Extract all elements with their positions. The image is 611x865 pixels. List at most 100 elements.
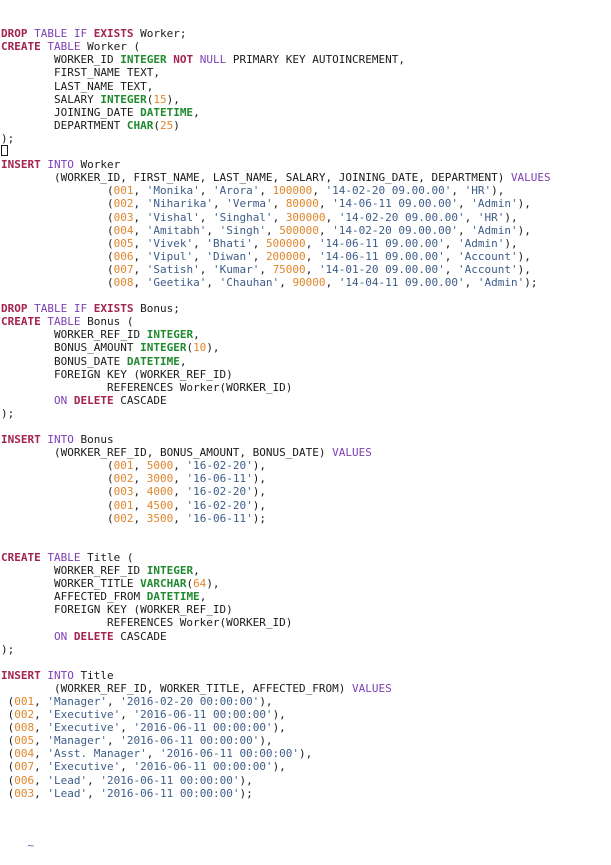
code-text: (: [1, 694, 15, 708]
code-line[interactable]: (004, 'Asst. Manager', '2016-06-11 00:00…: [1, 747, 611, 760]
code-text: FIRST_NAME TEXT,: [1, 66, 160, 80]
string-literal: '14-06-11 09.00.00': [318, 236, 445, 250]
code-line[interactable]: [1, 145, 611, 158]
code-line[interactable]: INSERT INTO Title: [1, 669, 611, 682]
string-literal: '2016-06-11 00:00:00': [133, 760, 273, 774]
code-line[interactable]: (002, 3000, '16-06-11'),: [1, 472, 611, 485]
code-line[interactable]: FOREIGN KEY (WORKER_REF_ID): [1, 368, 611, 381]
code-line[interactable]: (006, 'Lead', '2016-06-11 00:00:00'),: [1, 774, 611, 787]
code-text: ,: [120, 708, 134, 722]
code-line[interactable]: (005, 'Manager', '2016-06-11 00:00:00'),: [1, 734, 611, 747]
code-line[interactable]: INSERT INTO Worker: [1, 158, 611, 171]
code-text: Bonus;: [133, 302, 180, 316]
code-line[interactable]: JOINING_DATE DATETIME,: [1, 106, 611, 119]
code-text: ,: [133, 459, 147, 473]
code-line[interactable]: INSERT INTO Bonus: [1, 433, 611, 446]
number-literal: 008: [14, 721, 35, 735]
code-line[interactable]: (WORKER_ID, FIRST_NAME, LAST_NAME, SALAR…: [1, 171, 611, 184]
sql-type: DATETIME: [146, 590, 200, 604]
code-line[interactable]: WORKER_ID INTEGER NOT NULL PRIMARY KEY A…: [1, 53, 611, 66]
sql-keyword: IF: [73, 27, 88, 41]
code-line[interactable]: (007, 'Executive', '2016-06-11 00:00:00'…: [1, 760, 611, 773]
code-line[interactable]: [1, 525, 611, 538]
string-literal: 'Account': [458, 249, 518, 263]
code-text: CASCADE: [113, 629, 167, 643]
code-line[interactable]: (003, 'Lead', '2016-06-11 00:00:00');: [1, 787, 611, 800]
code-line[interactable]: [1, 420, 611, 433]
code-line[interactable]: LAST_NAME TEXT,: [1, 80, 611, 93]
code-line[interactable]: BONUS_DATE DATETIME,: [1, 355, 611, 368]
code-text: ,: [179, 354, 187, 368]
code-text: ),: [517, 223, 531, 237]
string-literal: 'Vishal': [146, 210, 200, 224]
code-text: ),: [299, 747, 313, 761]
code-line[interactable]: AFFECTED_FROM DATETIME,: [1, 590, 611, 603]
code-text: (: [1, 459, 114, 473]
code-line[interactable]: (WORKER_REF_ID, WORKER_TITLE, AFFECTED_F…: [1, 682, 611, 695]
code-line[interactable]: ON DELETE CASCADE: [1, 394, 611, 407]
code-text: ,: [305, 249, 319, 263]
code-line[interactable]: DROP TABLE IF EXISTS Worker;: [1, 27, 611, 40]
string-literal: '14-02-20 09.00.00': [332, 223, 459, 237]
code-line[interactable]: REFERENCES Worker(WORKER_ID): [1, 616, 611, 629]
sql-keyword: INTO: [47, 158, 74, 172]
code-line[interactable]: (008, 'Executive', '2016-06-11 00:00:00'…: [1, 721, 611, 734]
code-line[interactable]: BONUS_AMOUNT INTEGER(10),: [1, 341, 611, 354]
code-line[interactable]: ON DELETE CASCADE: [1, 630, 611, 643]
code-line[interactable]: (002, 'Niharika', 'Verma', 80000, '14-06…: [1, 197, 611, 210]
code-line[interactable]: (004, 'Amitabh', 'Singh', 500000, '14-02…: [1, 224, 611, 237]
string-literal: 'Bhati': [206, 236, 253, 250]
code-text: ,: [133, 197, 147, 211]
code-line[interactable]: [1, 538, 611, 551]
code-line[interactable]: (001, 5000, '16-02-20'),: [1, 459, 611, 472]
code-line[interactable]: CREATE TABLE Bonus (: [1, 315, 611, 328]
code-text: ,: [305, 262, 319, 276]
code-line[interactable]: (003, 'Vishal', 'Singhal', 300000, '14-0…: [1, 211, 611, 224]
code-line[interactable]: (005, 'Vivek', 'Bhati', 500000, '14-06-1…: [1, 237, 611, 250]
code-line[interactable]: (001, 4500, '16-02-20'),: [1, 499, 611, 512]
code-text: ,: [193, 236, 207, 250]
code-text: (: [1, 708, 15, 722]
code-line[interactable]: REFERENCES Worker(WORKER_ID): [1, 381, 611, 394]
code-editor[interactable]: DROP TABLE IF EXISTS Worker; CREATE TABLE…: [0, 0, 611, 852]
number-literal: 001: [113, 184, 134, 198]
code-line[interactable]: (007, 'Satish', 'Kumar', 75000, '14-01-2…: [1, 263, 611, 276]
code-line[interactable]: FOREIGN KEY (WORKER_REF_ID): [1, 603, 611, 616]
sql-keyword: TABLE: [47, 550, 81, 564]
code-line[interactable]: );: [1, 407, 611, 420]
code-line[interactable]: (008, 'Geetika', 'Chauhan', 90000, '14-0…: [1, 276, 611, 289]
code-line[interactable]: [1, 656, 611, 669]
code-line[interactable]: (001, 'Manager', '2016-02-20 00:00:00'),: [1, 695, 611, 708]
code-text: (: [1, 786, 15, 800]
code-line[interactable]: (002, 'Executive', '2016-06-11 00:00:00'…: [1, 708, 611, 721]
code-line[interactable]: (WORKER_REF_ID, BONUS_AMOUNT, BONUS_DATE…: [1, 446, 611, 459]
code-line[interactable]: (002, 3500, '16-06-11');: [1, 512, 611, 525]
sql-keyword: INTO: [47, 433, 74, 447]
code-line[interactable]: WORKER_REF_ID INTEGER,: [1, 328, 611, 341]
code-line[interactable]: DROP TABLE IF EXISTS Bonus;: [1, 302, 611, 315]
code-line[interactable]: CREATE TABLE Worker (: [1, 40, 611, 53]
code-line[interactable]: );: [1, 132, 611, 145]
code-line[interactable]: (003, 4000, '16-02-20'),: [1, 485, 611, 498]
code-line[interactable]: (006, 'Vipul', 'Diwan', 200000, '14-06-1…: [1, 250, 611, 263]
code-text: );: [239, 786, 253, 800]
sql-keyword: DROP: [1, 27, 28, 41]
number-literal: 004: [14, 747, 35, 761]
code-line[interactable]: DEPARTMENT CHAR(25): [1, 119, 611, 132]
code-text: ,: [133, 223, 147, 237]
number-literal: 007: [113, 262, 134, 276]
string-literal: '14-06-11 09.00.00': [332, 197, 459, 211]
code-text: ,: [199, 262, 213, 276]
code-line[interactable]: WORKER_REF_ID INTEGER,: [1, 564, 611, 577]
code-line[interactable]: CREATE TABLE Title (: [1, 551, 611, 564]
code-line[interactable]: [1, 289, 611, 302]
code-line[interactable]: SALARY INTEGER(15),: [1, 93, 611, 106]
code-line[interactable]: (001, 'Monika', 'Arora', 100000, '14-02-…: [1, 184, 611, 197]
code-text: ,: [34, 760, 48, 774]
code-line[interactable]: );: [1, 643, 611, 656]
code-line[interactable]: FIRST_NAME TEXT,: [1, 66, 611, 79]
sql-keyword: INTO: [47, 668, 74, 682]
code-line[interactable]: WORKER_TITLE VARCHAR(64),: [1, 577, 611, 590]
